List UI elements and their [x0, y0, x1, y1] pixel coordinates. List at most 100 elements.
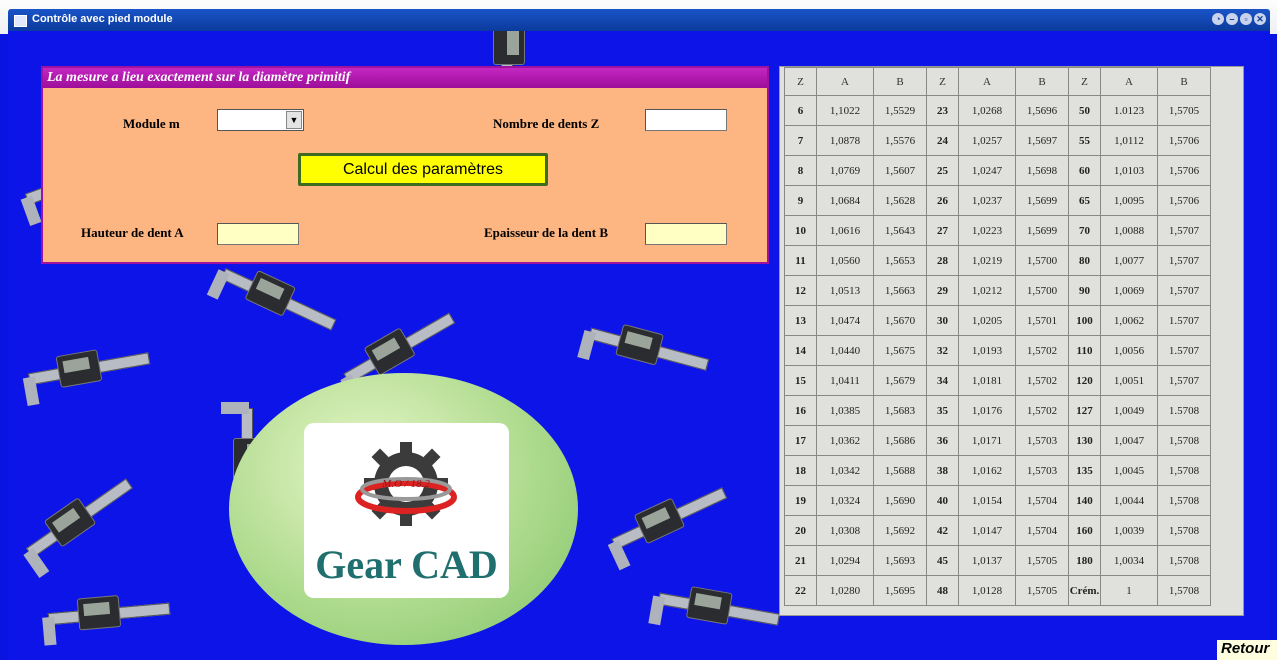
z-cell: 48 [926, 575, 959, 606]
table-header-cell: A [958, 67, 1016, 96]
a-cell: 1,0411 [816, 365, 874, 396]
z-cell: 42 [926, 515, 959, 546]
z-cell: 9 [784, 185, 817, 216]
a-cell: 1,0385 [816, 395, 874, 426]
a-cell: 1,0176 [958, 395, 1016, 426]
module-select[interactable]: ▼ [217, 109, 304, 131]
b-cell: 1,5576 [873, 125, 927, 156]
a-cell: 1,0051 [1100, 365, 1158, 396]
logo-text: Gear CAD [315, 542, 498, 587]
title-bar: Contrôle avec pied module ◔ – ▫ ✕ [0, 0, 1277, 34]
table-header-cell: A [1100, 67, 1158, 96]
measurement-panel: La mesure a lieu exactement sur la diamè… [41, 66, 769, 264]
table-row: 21 1,0294 1,5693 45 1,0137 1,5705 180 1,0034 1,5… [784, 545, 1211, 576]
b-cell: 1,5703 [1015, 455, 1069, 486]
z-cell: 32 [926, 335, 959, 366]
b-cell: 1,5707 [1157, 215, 1211, 246]
z-cell: 65 [1068, 185, 1101, 216]
z-cell: 13 [784, 305, 817, 336]
b-cell: 1,5643 [873, 215, 927, 246]
a-cell: 1,0154 [958, 485, 1016, 516]
retour-button[interactable]: Retour [1217, 640, 1277, 660]
table-header-cell: Z [784, 67, 817, 96]
teeth-input[interactable] [645, 109, 727, 131]
table-row: 10 1,0616 1,5643 27 1,0223 1,5699 70 1,0088 1,57… [784, 215, 1211, 246]
thickness-output[interactable] [645, 223, 727, 245]
z-cell: 50 [1068, 95, 1101, 126]
a-cell: 1,0362 [816, 425, 874, 456]
b-cell: 1,5702 [1015, 335, 1069, 366]
caliper-image [606, 477, 729, 571]
dropdown-arrow-icon[interactable]: ▼ [286, 111, 302, 129]
z-cell: 25 [926, 155, 959, 186]
a-cell: 1,0513 [816, 275, 874, 306]
z-cell: 140 [1068, 485, 1101, 516]
a-cell: 1,0308 [816, 515, 874, 546]
z-cell: 23 [926, 95, 959, 126]
minimize-icon[interactable]: – [1226, 13, 1238, 25]
b-cell: 1,5699 [1015, 215, 1069, 246]
table-header-row: ZABZABZAB [784, 67, 1211, 96]
table-row: 14 1,0440 1,5675 32 1,0193 1,5702 110 1,0056 1.5… [784, 335, 1211, 366]
b-cell: 1,5706 [1157, 125, 1211, 156]
z-cell: 22 [784, 575, 817, 606]
table-row: 16 1,0385 1,5683 35 1,0176 1,5702 127 1,0049 1.5… [784, 395, 1211, 426]
maximize-icon[interactable]: ▫ [1240, 13, 1252, 25]
a-cell: 1,0205 [958, 305, 1016, 336]
z-cell: 28 [926, 245, 959, 276]
height-output[interactable] [217, 223, 299, 245]
coefficients-table: ZABZABZAB 6 1,1022 1,5529 23 1,0268 1,5696 50 1… [784, 67, 1211, 606]
a-cell: 1,0280 [816, 575, 874, 606]
a-cell: 1,0062 [1100, 305, 1158, 336]
z-cell: 19 [784, 485, 817, 516]
gear-icon: M.O / 18.2 [355, 442, 457, 526]
caliper-image [42, 591, 171, 646]
z-cell: 27 [926, 215, 959, 246]
table-row: 17 1,0362 1,5686 36 1,0171 1,5703 130 1,0047 1,5… [784, 425, 1211, 456]
a-cell: 1,0268 [958, 95, 1016, 126]
table-row: 8 1,0769 1,5607 25 1,0247 1,5698 60 1,0103 1,570… [784, 155, 1211, 186]
table-header-cell: Z [1068, 67, 1101, 96]
a-cell: 1,0088 [1100, 215, 1158, 246]
a-cell: 1,0137 [958, 545, 1016, 576]
z-cell: 135 [1068, 455, 1101, 486]
help-icon[interactable]: ◔ [1212, 13, 1224, 25]
a-cell: 1,1022 [816, 95, 874, 126]
z-cell: 130 [1068, 425, 1101, 456]
calculate-button[interactable]: Calcul des paramètres [298, 153, 548, 186]
b-cell: 1,5663 [873, 275, 927, 306]
gear-cad-logo: M.O / 18.2 Gear CAD [304, 423, 509, 598]
a-cell: 1,0147 [958, 515, 1016, 546]
table-row: 13 1,0474 1,5670 30 1,0205 1,5701 100 1,0062 1.5… [784, 305, 1211, 336]
z-cell: 29 [926, 275, 959, 306]
table-row: 19 1,0324 1,5690 40 1,0154 1,5704 140 1,0044 1,5… [784, 485, 1211, 516]
a-cell: 1,0257 [958, 125, 1016, 156]
z-cell: 36 [926, 425, 959, 456]
z-cell: 16 [784, 395, 817, 426]
table-header-cell: Z [926, 67, 959, 96]
z-cell: 35 [926, 395, 959, 426]
a-cell: 1,0342 [816, 455, 874, 486]
table-row: 12 1,0513 1,5663 29 1,0212 1,5700 90 1,0069 1,57… [784, 275, 1211, 306]
z-cell: 180 [1068, 545, 1101, 576]
b-cell: 1,5708 [1157, 575, 1211, 606]
table-row: 9 1,0684 1,5628 26 1,0237 1,5699 65 1,0095 1,570… [784, 185, 1211, 216]
b-cell: 1,5702 [1015, 365, 1069, 396]
b-cell: 1,5703 [1015, 425, 1069, 456]
close-icon[interactable]: ✕ [1254, 13, 1266, 25]
module-label: Module m [123, 116, 180, 131]
b-cell: 1,5706 [1157, 155, 1211, 186]
z-cell: 55 [1068, 125, 1101, 156]
z-cell: 127 [1068, 395, 1101, 426]
b-cell: 1,5707 [1157, 365, 1211, 396]
a-cell: 1,0171 [958, 425, 1016, 456]
b-cell: 1,5679 [873, 365, 927, 396]
a-cell: 1,0193 [958, 335, 1016, 366]
a-cell: 1,0044 [1100, 485, 1158, 516]
b-cell: 1,5707 [1157, 275, 1211, 306]
b-cell: 1,5708 [1157, 425, 1211, 456]
logo-badge: M.O / 18.2 [381, 478, 430, 490]
z-cell: 40 [926, 485, 959, 516]
a-cell: 1,0247 [958, 155, 1016, 186]
table-row: 11 1,0560 1,5653 28 1,0219 1,5700 80 1,0077 1,57… [784, 245, 1211, 276]
